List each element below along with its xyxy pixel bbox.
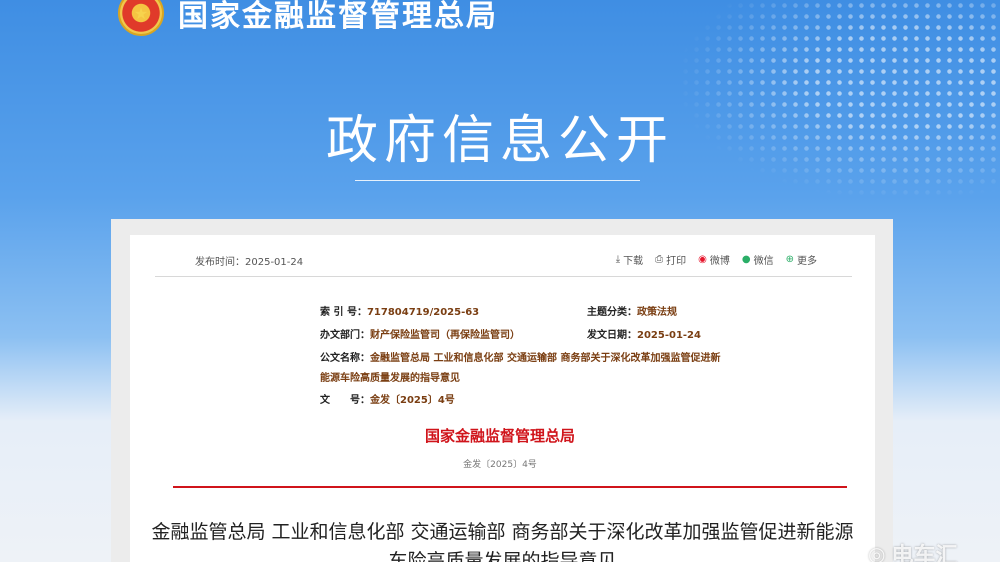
index-number-label: 索 引 号： [320, 307, 367, 318]
document-number-label: 文 号： [320, 395, 370, 406]
download-label: 下载 [623, 256, 644, 267]
red-header-rule [173, 486, 847, 488]
org-name[interactable]: 国家金融监督管理总局 [178, 0, 498, 35]
document-number: 文 号：金发〔2025〕4号 [320, 391, 455, 406]
content-card [130, 235, 875, 562]
document-name-value-line2: 能源车险高质量发展的指导意见 [320, 373, 460, 384]
banner-divider [355, 180, 640, 181]
document-name-value-line1: 金融监管总局 工业和信息化部 交通运输部 商务部关于深化改革加强监管促进新 [370, 353, 721, 364]
printer-icon: ⎙ [655, 254, 664, 265]
issuing-department-label: 办文部门： [320, 330, 370, 341]
wechat-icon: ● [741, 254, 751, 265]
weibo-label: 微博 [709, 256, 730, 267]
index-number-value: 717804719/2025-63 [366, 307, 480, 318]
toolbar-divider [155, 276, 852, 277]
download-button[interactable]: ⤓ 下载 [616, 252, 643, 267]
issuing-department-value: 财产保险监管司（再保险监管司） [370, 330, 520, 341]
plus-circle-icon: ⊕ [785, 254, 794, 265]
site-header: ★ 国家金融监督管理总局 [118, 0, 498, 38]
more-label: 更多 [797, 256, 817, 267]
issuing-department: 办文部门：财产保险监管司（再保险监管司） [320, 326, 520, 341]
toolbar-actions: ⤓ 下载 ⎙ 打印 ◉ 微博 ● 微信 ⊕ 更多 [616, 252, 817, 267]
wechat-label: 微信 [753, 256, 774, 267]
document-name: 公文名称：金融监管总局 工业和信息化部 交通运输部 商务部关于深化改革加强监管促… [320, 349, 720, 364]
document-title-line2: 车险高质量发展的指导意见 [388, 550, 617, 562]
watermark-text: 电车汇 [891, 544, 958, 562]
index-number: 索 引 号：717804719/2025-63 [320, 303, 479, 318]
topic-category-label: 主题分类： [587, 307, 637, 318]
document-name-continued: 能源车险高质量发展的指导意见 [320, 369, 460, 384]
wechat-watermark-icon: ◎ [868, 542, 886, 562]
document-name-label: 公文名称： [320, 353, 370, 364]
banner-title: 政府信息公开 [325, 111, 674, 171]
share-wechat-button[interactable]: ● 微信 [742, 252, 774, 267]
document-title-line1: 金融监管总局 工业和信息化部 交通运输部 商务部关于深化改革加强监管促进新能源 [151, 521, 854, 543]
watermark: ◎ 电车汇 [868, 538, 957, 562]
share-more-button[interactable]: ⊕ 更多 [786, 252, 817, 267]
document-reference-number: 金发〔2025〕4号 [463, 460, 537, 470]
publish-date: 发布时间：2025-01-24 [195, 257, 304, 268]
weibo-icon: ◉ [698, 254, 707, 265]
print-button[interactable]: ⎙ 打印 [655, 252, 686, 267]
document-issuer: 国家金融监督管理总局 [424, 427, 575, 445]
issue-date: 发文日期：2025-01-24 [587, 326, 701, 341]
national-emblem-icon: ★ [118, 0, 164, 36]
document-number-value: 金发〔2025〕4号 [370, 395, 455, 406]
topic-category: 主题分类：政策法规 [587, 303, 677, 318]
issue-date-value: 2025-01-24 [637, 330, 701, 341]
download-icon: ⤓ [615, 254, 621, 265]
issue-date-label: 发文日期： [587, 330, 637, 341]
topic-category-value: 政策法规 [637, 307, 677, 318]
print-label: 打印 [666, 256, 687, 267]
document-title: 金融监管总局 工业和信息化部 交通运输部 商务部关于深化改革加强监管促进新能源 … [150, 518, 855, 562]
share-weibo-button[interactable]: ◉ 微博 [698, 252, 730, 267]
article-toolbar: 发布时间：2025-01-24 ⤓ 下载 ⎙ 打印 ◉ 微博 ● 微信 ⊕ 更多 [195, 250, 855, 270]
